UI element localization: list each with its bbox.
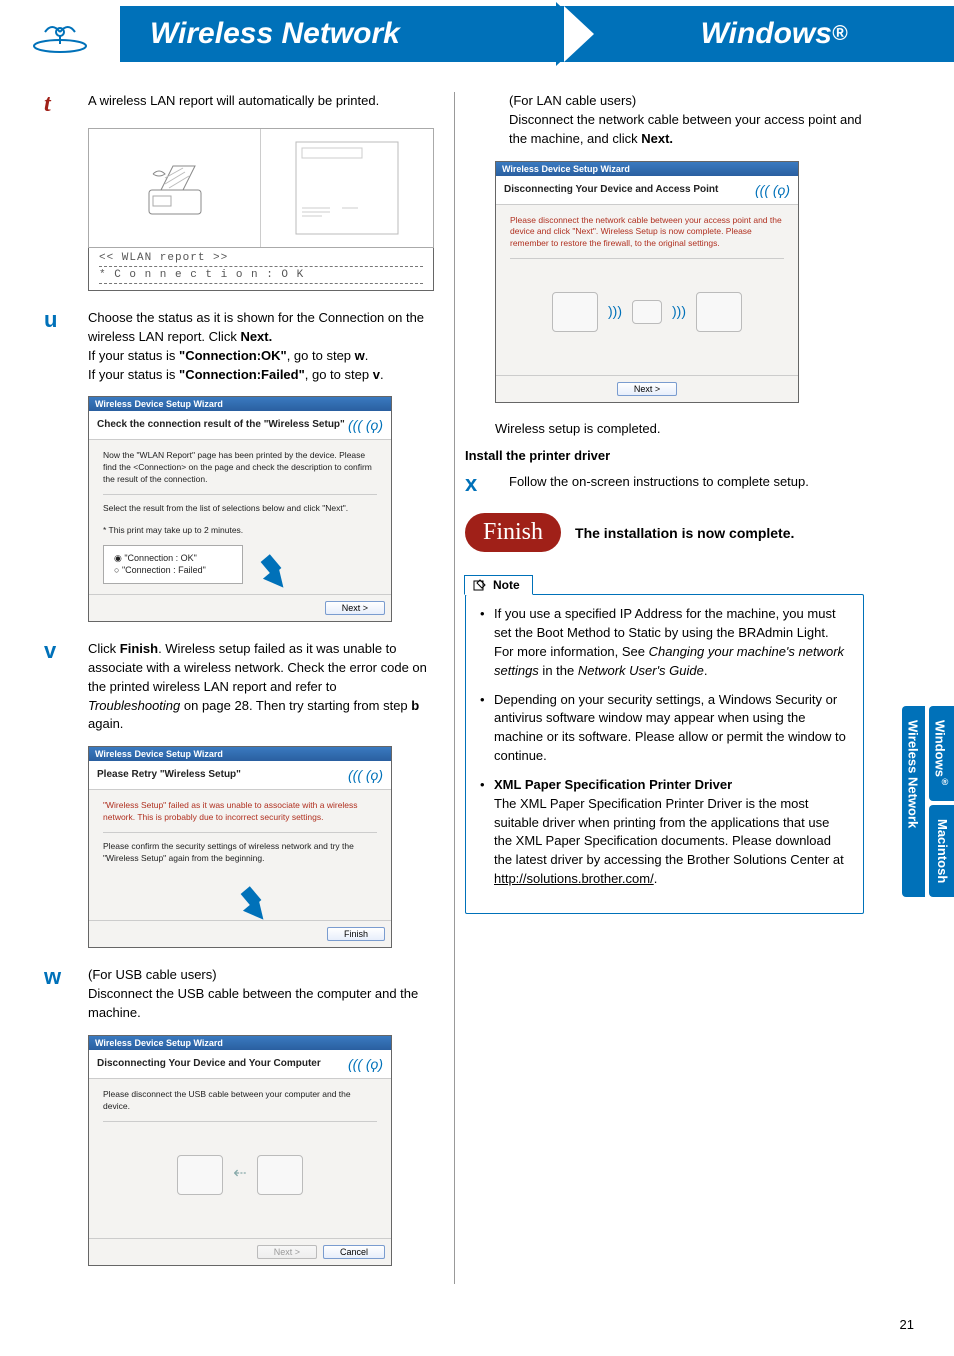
brand-logo xyxy=(0,6,120,62)
next-button[interactable]: Next > xyxy=(325,601,385,615)
radio-connection-failed[interactable]: ○ "Connection : Failed" xyxy=(114,564,232,577)
note-container: Note If you use a specified IP Address f… xyxy=(465,574,864,914)
step-letter-v: v xyxy=(44,640,74,734)
note-tab: Note xyxy=(464,575,533,595)
solutions-link[interactable]: http://solutions.brother.com/ xyxy=(494,871,654,886)
wlan-report-figure: << WLAN report >> * C o n n e c t i o n … xyxy=(88,128,434,291)
wifi-icon: ((( (ϙ) xyxy=(755,182,790,198)
wizard-error-text: "Wireless Setup" failed as it was unable… xyxy=(103,800,377,824)
note-body: If you use a specified IP Address for th… xyxy=(466,595,863,913)
wizard-disconnect-lan: Wireless Device Setup Wizard Disconnecti… xyxy=(495,161,799,404)
finish-row: Finish The installation is now complete. xyxy=(465,513,864,552)
title-right-text: Windows xyxy=(701,17,832,51)
side-tab-windows[interactable]: Windows® xyxy=(929,706,954,801)
wizard-body-text: Please confirm the security settings of … xyxy=(103,841,377,865)
report-page-illustration xyxy=(261,129,433,247)
disconnect-usb-illustration: ⇠ xyxy=(103,1130,377,1220)
step-w: w (For USB cable users) Disconnect the U… xyxy=(44,966,434,1023)
completed-text: Wireless setup is completed. xyxy=(495,421,864,436)
side-tab-wireless-network[interactable]: Wireless Network xyxy=(902,706,925,897)
wizard-titlebar: Wireless Device Setup Wizard xyxy=(89,397,391,411)
lan-users-text: (For LAN cable users) Disconnect the net… xyxy=(509,92,864,149)
side-tabs: Wireless Network Windows® Macintosh xyxy=(902,706,954,897)
wifi-device-icon xyxy=(30,14,90,54)
finish-text: The installation is now complete. xyxy=(575,524,794,542)
disconnect-lan-illustration: ))) ))) xyxy=(510,267,784,357)
wizard-note-text: * This print may take up to 2 minutes. xyxy=(103,525,377,537)
registered-mark: ® xyxy=(832,22,847,46)
wizard-titlebar: Wireless Device Setup Wizard xyxy=(496,162,798,176)
pencil-icon xyxy=(473,578,487,592)
wifi-icon: ((( (ϙ) xyxy=(348,767,383,783)
radio-connection-ok[interactable]: ◉ "Connection : OK" xyxy=(114,552,232,565)
next-button[interactable]: Next > xyxy=(617,382,677,396)
left-column: t A wireless LAN report will automatical… xyxy=(44,92,454,1284)
header-bar: Wireless Network Windows® xyxy=(0,6,954,62)
next-button[interactable]: Next > xyxy=(257,1245,317,1259)
step-t-body: A wireless LAN report will automatically… xyxy=(88,92,434,116)
wlan-report-text: << WLAN report >> * C o n n e c t i o n … xyxy=(88,248,434,291)
page-number: 21 xyxy=(900,1317,914,1332)
cancel-button[interactable]: Cancel xyxy=(323,1245,385,1259)
step-letter-x: x xyxy=(465,473,495,495)
step-letter-u: u xyxy=(44,309,74,384)
title-left-text: Wireless Network xyxy=(150,17,400,51)
wizard-titlebar: Wireless Device Setup Wizard xyxy=(89,1036,391,1050)
side-tab-macintosh[interactable]: Macintosh xyxy=(929,805,954,897)
wizard-body-text: Please disconnect the network cable betw… xyxy=(510,215,784,251)
wizard-heading: Disconnecting Your Device and Access Poi… xyxy=(504,184,718,196)
step-t: t A wireless LAN report will automatical… xyxy=(44,92,434,116)
step-letter-t: t xyxy=(44,92,74,116)
step-letter-w: w xyxy=(44,966,74,1023)
finish-button[interactable]: Finish xyxy=(327,927,385,941)
step-v-body: Click Finish. Wireless setup failed as i… xyxy=(88,640,434,734)
title-wireless-network: Wireless Network xyxy=(120,6,594,62)
wizard-heading: Check the connection result of the "Wire… xyxy=(97,419,345,431)
step-x-body: Follow the on-screen instructions to com… xyxy=(509,473,864,495)
printer-illustration xyxy=(89,129,261,247)
step-v: v Click Finish. Wireless setup failed as… xyxy=(44,640,434,734)
wizard-check-connection: Wireless Device Setup Wizard Check the c… xyxy=(88,396,392,622)
wifi-icon: ((( (ϙ) xyxy=(348,417,383,433)
step-w-body: (For USB cable users) Disconnect the USB… xyxy=(88,966,434,1023)
step-u: u Choose the status as it is shown for t… xyxy=(44,309,434,384)
wizard-disconnect-usb: Wireless Device Setup Wizard Disconnecti… xyxy=(88,1035,392,1266)
wizard-titlebar: Wireless Device Setup Wizard xyxy=(89,747,391,761)
note-bullet-2: Depending on your security settings, a W… xyxy=(480,691,849,766)
note-label: Note xyxy=(493,578,520,592)
step-u-body: Choose the status as it is shown for the… xyxy=(88,309,434,384)
note-bullet-1: If you use a specified IP Address for th… xyxy=(480,605,849,680)
finish-pill: Finish xyxy=(465,513,561,552)
wizard-heading: Disconnecting Your Device and Your Compu… xyxy=(97,1058,321,1070)
lan-users-block: (For LAN cable users) Disconnect the net… xyxy=(495,92,864,149)
wizard-body-text: Please disconnect the USB cable between … xyxy=(103,1089,377,1113)
wizard-body-text-1: Now the "WLAN Report" page has been prin… xyxy=(103,450,377,486)
wizard-retry: Wireless Device Setup Wizard Please Retr… xyxy=(88,746,392,948)
step-x: x Follow the on-screen instructions to c… xyxy=(465,473,864,495)
wizard-heading: Please Retry "Wireless Setup" xyxy=(97,769,241,781)
right-column: (For LAN cable users) Disconnect the net… xyxy=(454,92,864,1284)
wlan-title: << WLAN report >> xyxy=(99,252,423,264)
title-windows: Windows® xyxy=(594,6,954,62)
wlan-connection-line: * C o n n e c t i o n : O K xyxy=(99,269,304,281)
wizard-body-text-2: Select the result from the list of selec… xyxy=(103,503,377,515)
install-driver-heading: Install the printer driver xyxy=(465,448,864,463)
radio-group[interactable]: ◉ "Connection : OK" ○ "Connection : Fail… xyxy=(103,545,243,584)
wifi-icon: ((( (ϙ) xyxy=(348,1056,383,1072)
note-bullet-3: XML Paper Specification Printer Driver T… xyxy=(480,776,849,889)
